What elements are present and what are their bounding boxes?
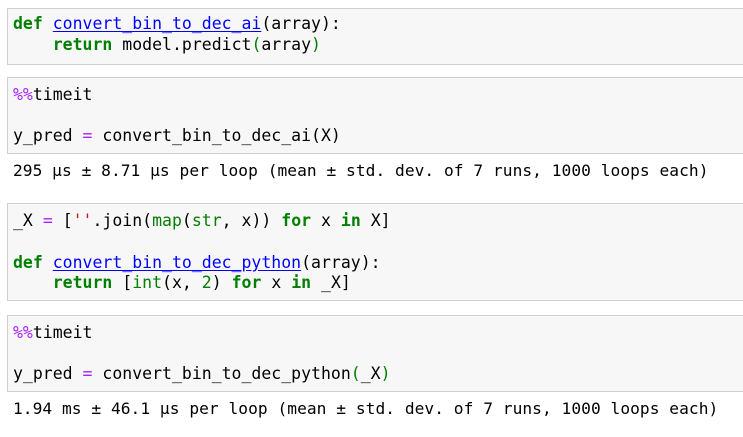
code-token: y_pred xyxy=(13,364,83,383)
code-cell-3[interactable]: _X = [''.join(map(str, x)) for x in X] d… xyxy=(7,203,743,301)
code-token: model.predict xyxy=(112,35,252,54)
code-line-4: return [int(x, 2) for x in _X] xyxy=(13,273,351,293)
code-token: def xyxy=(13,14,43,33)
code-token: in xyxy=(291,273,312,292)
code-token: timeit xyxy=(32,323,93,342)
code-token: (array): xyxy=(301,253,381,272)
code-token: %% xyxy=(13,85,33,104)
code-token: y_pred xyxy=(13,126,83,145)
code-token: '' xyxy=(72,211,93,230)
code-token: str xyxy=(191,211,222,230)
code-token: timeit xyxy=(32,85,93,104)
code-token: ( xyxy=(181,211,192,230)
code-token: _X xyxy=(13,211,43,230)
code-token: (array): xyxy=(261,14,341,33)
code-token: return xyxy=(52,273,113,292)
cell-output-2: 1.94 ms ± 46.1 µs per loop (mean ± std. … xyxy=(13,399,719,418)
code-token: ( xyxy=(251,35,262,54)
code-line-3: def convert_bin_to_dec_python(array): xyxy=(13,253,381,273)
code-line-3: y_pred = convert_bin_to_dec_ai(X) xyxy=(13,126,341,146)
code-token: array xyxy=(261,35,312,54)
code-line-3: y_pred = convert_bin_to_dec_python(_X) xyxy=(13,364,391,384)
code-token: ( xyxy=(350,364,361,383)
code-token: [ xyxy=(112,273,133,292)
code-token: ) xyxy=(211,273,232,292)
code-line-2: return model.predict(array) xyxy=(13,35,321,55)
code-token: ) xyxy=(380,364,391,383)
code-token: X] xyxy=(360,211,391,230)
code-token: convert_bin_to_dec_ai(X) xyxy=(92,126,341,145)
code-token: [ xyxy=(52,211,73,230)
code-cell-1[interactable]: def convert_bin_to_dec_ai(array): return… xyxy=(7,8,743,65)
code-line-1: %%timeit xyxy=(13,85,92,105)
code-token: (x, xyxy=(162,273,202,292)
code-token: _X] xyxy=(311,273,351,292)
code-token: ) xyxy=(311,35,321,54)
code-token: = xyxy=(82,126,93,145)
code-token: int xyxy=(132,273,163,292)
code-line-1: def convert_bin_to_dec_ai(array): xyxy=(13,14,341,34)
code-line-1: %%timeit xyxy=(13,323,92,343)
code-token: in xyxy=(340,211,361,230)
code-line-1: _X = [''.join(map(str, x)) for x in X] xyxy=(13,211,391,231)
code-token: %% xyxy=(13,323,33,342)
code-token: convert_bin_to_dec_python xyxy=(92,364,351,383)
code-token: x xyxy=(261,273,292,292)
code-token: return xyxy=(52,35,113,54)
code-token: map xyxy=(152,211,182,230)
code-token: convert_bin_to_dec_ai xyxy=(52,14,262,33)
code-token: for xyxy=(231,273,262,292)
code-token: def xyxy=(13,253,43,272)
code-token: = xyxy=(82,364,93,383)
code-cell-4[interactable]: %%timeit y_pred = convert_bin_to_dec_pyt… xyxy=(7,315,743,392)
code-token: .join( xyxy=(92,211,153,230)
code-token: 2 xyxy=(201,273,212,292)
code-token: x xyxy=(311,211,341,230)
code-cell-2[interactable]: %%timeit y_pred = convert_bin_to_dec_ai(… xyxy=(7,77,743,154)
cell-output-1: 295 µs ± 8.71 µs per loop (mean ± std. d… xyxy=(13,161,709,180)
code-token: convert_bin_to_dec_python xyxy=(52,253,302,272)
code-token: , x)) xyxy=(221,211,282,230)
code-token: = xyxy=(42,211,53,230)
code-token: for xyxy=(281,211,312,230)
code-token: _X xyxy=(360,364,381,383)
